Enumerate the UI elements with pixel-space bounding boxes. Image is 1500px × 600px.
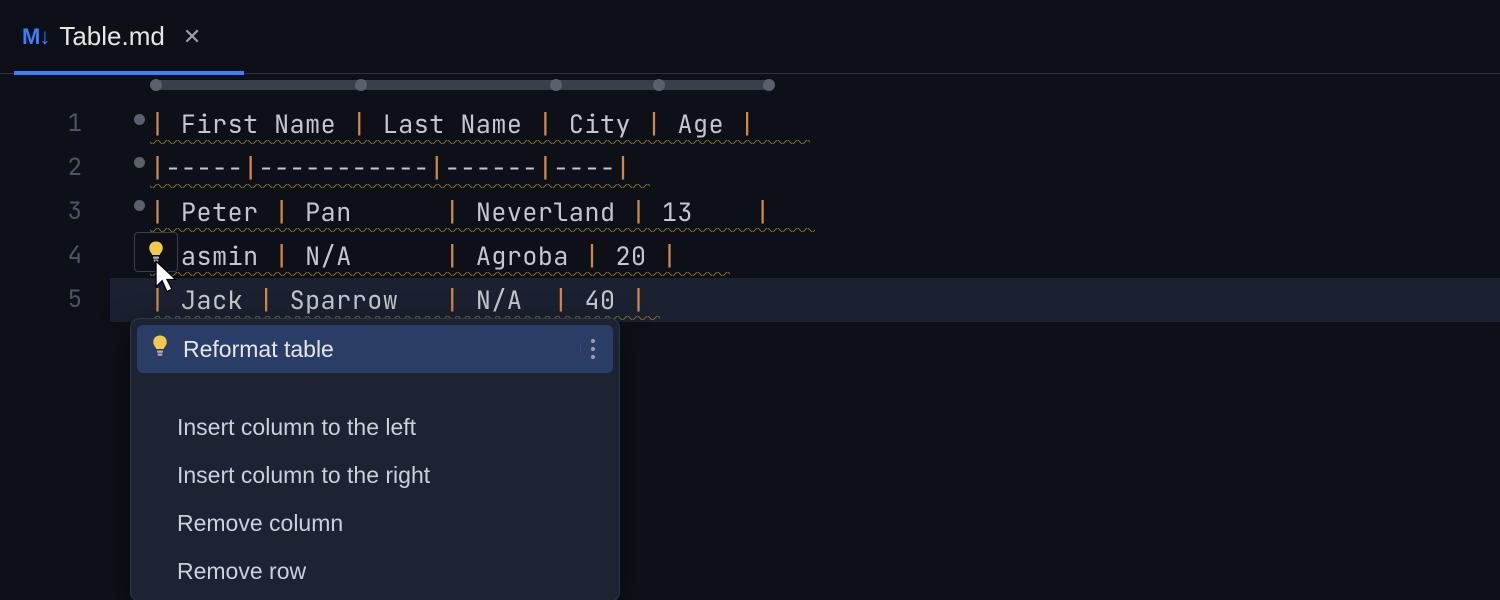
line-number: 3 bbox=[0, 190, 110, 234]
column-handle[interactable] bbox=[550, 79, 562, 91]
column-ruler[interactable] bbox=[150, 80, 775, 90]
intention-label: Insert column to the right bbox=[177, 462, 430, 489]
code-line[interactable]: | Peter | Pan | Neverland | 13 | bbox=[110, 190, 1500, 234]
separator bbox=[580, 345, 581, 353]
lightbulb-icon bbox=[151, 334, 169, 364]
code-line[interactable]: | Jack | Sparrow | N/A | 40 | bbox=[110, 278, 1500, 322]
code-line[interactable]: | First Name | Last Name | City | Age | bbox=[110, 102, 1500, 146]
warning-underline bbox=[150, 228, 815, 232]
intention-bulb[interactable] bbox=[134, 232, 178, 272]
intention-item-reformat-table[interactable]: Reformat table bbox=[137, 325, 613, 373]
warning-underline bbox=[150, 272, 730, 276]
intention-label: Remove row bbox=[177, 558, 306, 585]
intention-item-remove-row[interactable]: Remove row bbox=[177, 547, 613, 595]
line-number: 1 bbox=[0, 102, 110, 146]
column-handle[interactable] bbox=[763, 79, 775, 91]
line-number-gutter: 1 2 3 4 5 bbox=[0, 74, 110, 600]
more-options-icon[interactable] bbox=[591, 339, 599, 359]
tab-filename: Table.md bbox=[59, 21, 165, 52]
intention-label: Insert column to the left bbox=[177, 414, 416, 441]
lightbulb-icon bbox=[147, 240, 165, 264]
column-handle[interactable] bbox=[150, 79, 162, 91]
code-line[interactable]: |Jasmin | N/A | Agroba | 20 | bbox=[110, 234, 1500, 278]
intention-label: Remove column bbox=[177, 510, 343, 537]
line-number: 4 bbox=[0, 234, 110, 278]
markdown-icon: M↓ bbox=[22, 24, 49, 50]
intention-actions-popup: Reformat table Insert column to the left… bbox=[130, 318, 620, 600]
line-number: 5 bbox=[0, 278, 110, 322]
intention-label: Reformat table bbox=[183, 336, 334, 363]
code-area[interactable]: | First Name | Last Name | City | Age | … bbox=[110, 74, 1500, 600]
column-handle[interactable] bbox=[355, 79, 367, 91]
warning-underline bbox=[150, 184, 650, 188]
code-line[interactable]: |-----|-----------|------|----| bbox=[110, 146, 1500, 190]
intention-item-insert-column-right[interactable]: Insert column to the right bbox=[177, 451, 613, 499]
intention-item-remove-column[interactable]: Remove column bbox=[177, 499, 613, 547]
close-icon[interactable]: ✕ bbox=[183, 24, 201, 50]
editor-area: 1 2 3 4 5 | First Name | Last Name | Cit… bbox=[0, 74, 1500, 600]
line-number: 2 bbox=[0, 146, 110, 190]
tab-bar: M↓ Table.md ✕ bbox=[0, 0, 1500, 74]
intention-item-insert-column-left[interactable]: Insert column to the left bbox=[177, 403, 613, 451]
column-handle[interactable] bbox=[653, 79, 665, 91]
warning-underline bbox=[150, 140, 810, 144]
tab-table-md[interactable]: M↓ Table.md ✕ bbox=[14, 0, 223, 74]
